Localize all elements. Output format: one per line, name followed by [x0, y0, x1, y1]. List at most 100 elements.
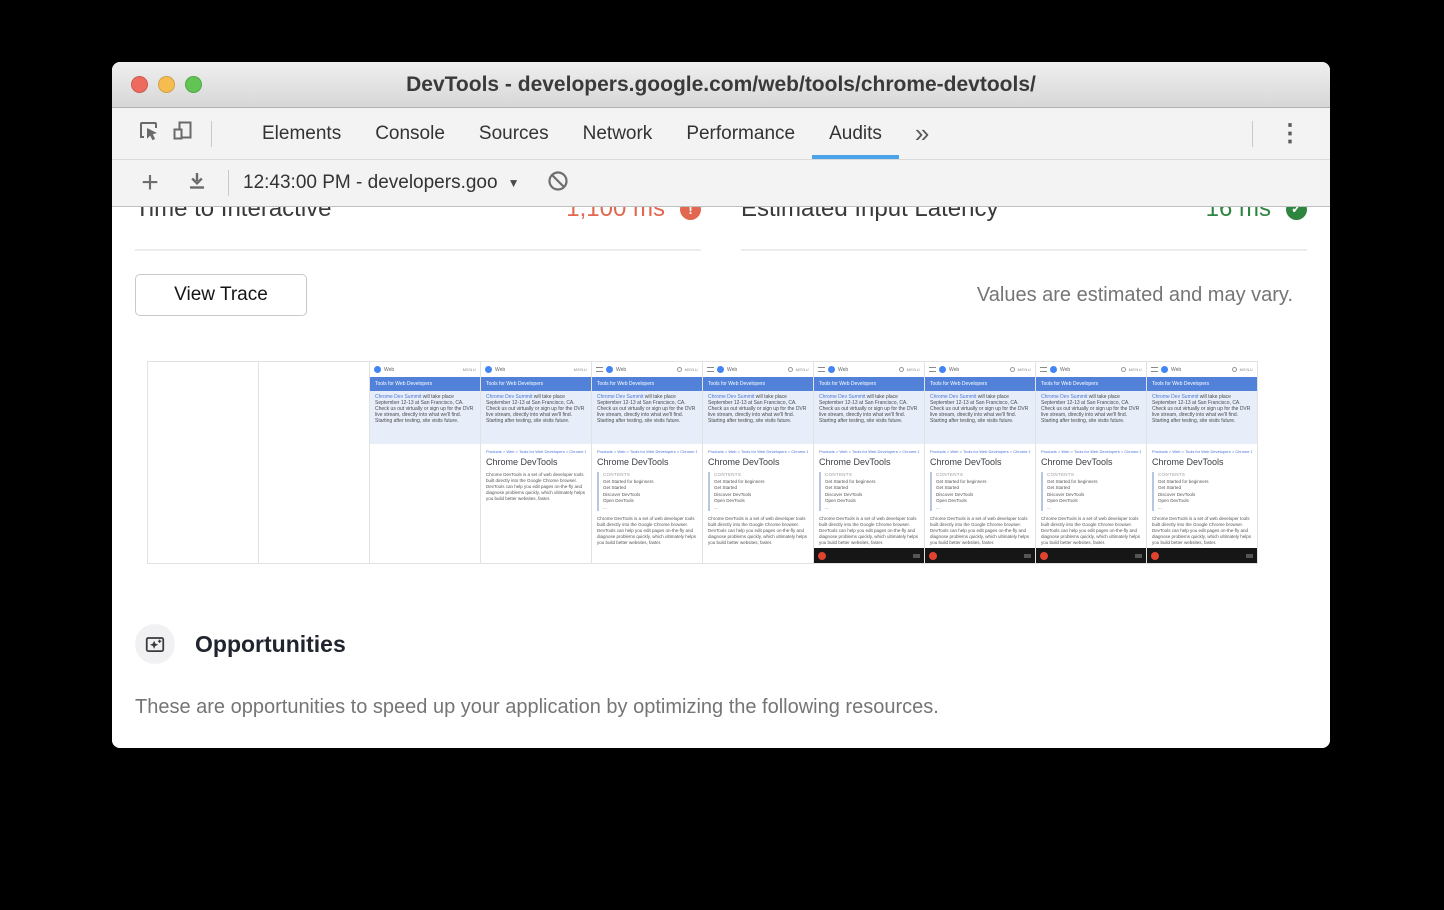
thumb-intro-link: Chrome Dev Summit — [1152, 394, 1198, 400]
minimize-button[interactable] — [158, 76, 175, 93]
thumb-site-header: Web MENU — [370, 362, 480, 377]
metric-value: 1,100 ms — [566, 207, 665, 223]
menu-label: MENU — [1018, 367, 1031, 372]
video-avatar-icon — [929, 552, 937, 560]
new-audit-button[interactable]: + — [134, 168, 166, 198]
thumb-heading: Chrome DevTools — [1152, 457, 1252, 467]
thumb-contents: CONTENTSGet Started for beginnersGet Sta… — [1152, 472, 1252, 511]
metric-label: Estimated Input Latency — [741, 207, 998, 223]
block-icon — [546, 169, 570, 198]
site-logo-icon — [1050, 366, 1057, 373]
filmstrip-frame: WebMENUTools for Web DevelopersChrome De… — [370, 362, 481, 563]
thumb-breadcrumb: Products > Web > Tools for Web Developer… — [1152, 449, 1252, 454]
thumb-body: Products > Web > Tools for Web Developer… — [592, 444, 702, 546]
thumb-body: Products > Web > Tools for Web Developer… — [1147, 444, 1257, 546]
video-controls — [1135, 554, 1142, 558]
thumb-intro-link: Chrome Dev Summit — [597, 394, 643, 400]
thumb-contents: CONTENTSGet Started for beginnersGet Sta… — [930, 472, 1030, 511]
window-title: DevTools - developers.google.com/web/too… — [112, 73, 1330, 97]
thumb-heading: Chrome DevTools — [930, 457, 1030, 467]
title-bar: DevTools - developers.google.com/web/too… — [112, 62, 1330, 108]
main-menu-button[interactable]: ⋮ — [1264, 108, 1316, 159]
thumb-heading: Chrome DevTools — [486, 457, 586, 467]
thumb-banner: Tools for Web Developers — [481, 377, 591, 391]
thumb-intro: Chrome Dev Summit will take place Septem… — [1147, 391, 1257, 444]
site-logo-icon — [939, 366, 946, 373]
contents-line: ... — [825, 505, 919, 512]
tab-network[interactable]: Network — [566, 108, 670, 159]
thumb-site-header: WebMENU — [481, 362, 591, 377]
contents-line: ... — [714, 505, 808, 512]
thumb-video — [925, 548, 1035, 563]
thumb-banner: Tools for Web Developers — [814, 377, 924, 391]
chevron-down-icon: ▼ — [508, 176, 520, 190]
hamburger-icon — [1040, 367, 1047, 372]
thumb-paragraph: Chrome DevTools is a set of web develope… — [1041, 516, 1141, 546]
thumb-heading: Chrome DevTools — [1041, 457, 1141, 467]
trace-row: View Trace Values are estimated and may … — [135, 274, 1307, 316]
site-name: Web — [838, 367, 848, 373]
video-controls — [913, 554, 920, 558]
more-tabs-button[interactable]: » — [899, 108, 945, 159]
close-button[interactable] — [131, 76, 148, 93]
tab-audits[interactable]: Audits — [812, 108, 899, 159]
metric-label: Time to Interactive — [135, 207, 332, 223]
thumb-heading: Chrome DevTools — [597, 457, 697, 467]
tab-console[interactable]: Console — [358, 108, 462, 159]
tab-elements[interactable]: Elements — [245, 108, 358, 159]
site-logo-icon — [717, 366, 724, 373]
thumb-breadcrumb: Products > Web > Tools for Web Developer… — [819, 449, 919, 454]
device-toolbar-button[interactable] — [166, 117, 200, 151]
thumb-heading: Chrome DevTools — [819, 457, 919, 467]
fullscreen-button[interactable] — [185, 76, 202, 93]
thumb-body: Products > Web > Tools for Web Developer… — [814, 444, 924, 546]
menu-label: MENU — [463, 367, 476, 372]
thumb-site-header: WebMENU — [925, 362, 1035, 377]
view-trace-button[interactable]: View Trace — [135, 274, 307, 316]
thumb-contents: CONTENTSGet Started for beginnersGet Sta… — [708, 472, 808, 511]
menu-label: MENU — [574, 367, 587, 372]
search-icon — [899, 367, 904, 372]
thumb-banner: Tools for Web Developers — [925, 377, 1035, 391]
search-icon — [1121, 367, 1126, 372]
video-controls — [1024, 554, 1031, 558]
thumb-intro-link: Chrome Dev Summit — [486, 394, 532, 400]
contents-line: ... — [1158, 505, 1252, 512]
audits-toolbar: + 12:43:00 PM - developers.goo ▼ — [112, 160, 1330, 207]
hamburger-icon — [929, 367, 936, 372]
thumb-intro: Chrome Dev Summit will take place Septem… — [925, 391, 1035, 444]
thumb-intro: Chrome Dev Summit will take place Septem… — [814, 391, 924, 444]
thumb-breadcrumb: Products > Web > Tools for Web Developer… — [486, 449, 586, 454]
contents-line: ... — [936, 505, 1030, 512]
metric-value: 16 ms — [1206, 207, 1271, 223]
search-icon — [677, 367, 682, 372]
filmstrip-frame — [148, 362, 259, 563]
thumb-intro-link: Chrome Dev Summit — [708, 394, 754, 400]
audit-run-label: 12:43:00 PM - developers.goo — [243, 172, 498, 194]
site-name: Web — [384, 367, 394, 373]
inspect-element-button[interactable] — [132, 117, 166, 151]
thumb-paragraph: Chrome DevTools is a set of web develope… — [597, 516, 697, 546]
audit-run-select[interactable]: 12:43:00 PM - developers.goo ▼ — [243, 172, 519, 194]
tab-performance[interactable]: Performance — [669, 108, 812, 159]
thumb-breadcrumb: Products > Web > Tools for Web Developer… — [597, 449, 697, 454]
download-report-button[interactable] — [180, 166, 214, 200]
thumb-site-header: WebMENU — [1147, 362, 1257, 377]
audits-report[interactable]: Time to Interactive 1,100 ms ! Estimated… — [112, 207, 1330, 748]
thumb-breadcrumb: Products > Web > Tools for Web Developer… — [708, 449, 808, 454]
opportunities-description: These are opportunities to speed up your… — [135, 696, 1307, 719]
filmstrip-frame: WebMENUTools for Web Developers Chrome De… — [481, 362, 592, 563]
menu-label: MENU — [796, 367, 809, 372]
clear-audits-button[interactable] — [541, 166, 575, 200]
tab-sources[interactable]: Sources — [462, 108, 566, 159]
thumb-contents: CONTENTSGet Started for beginnersGet Sta… — [597, 472, 697, 511]
devtools-window: DevTools - developers.google.com/web/too… — [112, 62, 1330, 748]
search-icon — [1010, 367, 1015, 372]
filmstrip-frame: WebMENUTools for Web DevelopersChrome De… — [592, 362, 703, 563]
divider — [228, 170, 229, 196]
warning-icon: ! — [680, 207, 701, 220]
thumb-video — [814, 548, 924, 563]
traffic-lights — [131, 62, 202, 107]
thumb-site-header: WebMENU — [814, 362, 924, 377]
inspect-cursor-icon — [137, 119, 161, 148]
